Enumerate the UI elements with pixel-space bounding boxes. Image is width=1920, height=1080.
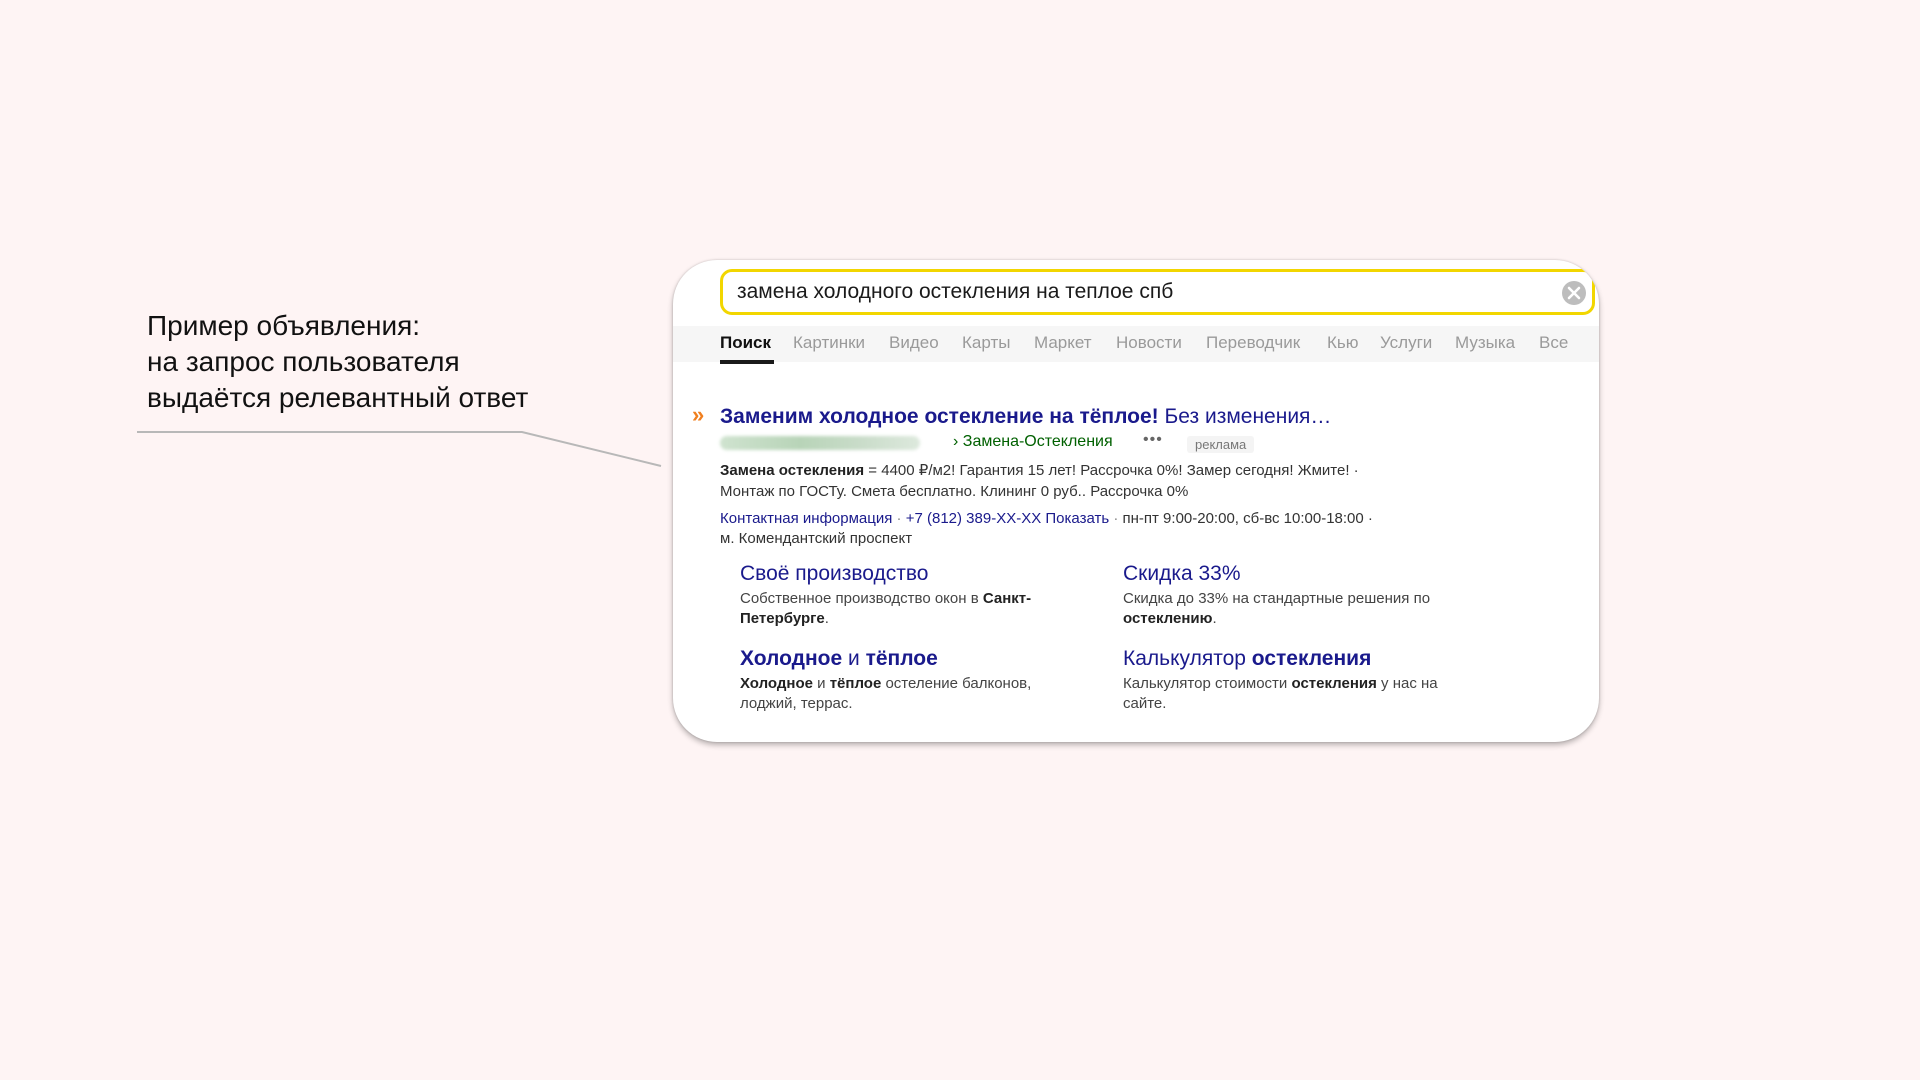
tab-video[interactable]: Видео xyxy=(889,333,939,353)
caption: Пример объявления: на запрос пользовател… xyxy=(147,308,528,416)
tab-images[interactable]: Картинки xyxy=(793,333,865,353)
ad-desc-text: = 4400 ₽/м2! Гарантия 15 лет! Рассрочка … xyxy=(864,462,1359,479)
tab-q[interactable]: Кью xyxy=(1327,333,1359,353)
phone-link[interactable]: +7 (812) 389-XX-XX Показать xyxy=(906,510,1109,527)
ad-contacts: Контактная информация · +7 (812) 389-XX-… xyxy=(720,509,1373,529)
sitelink-title[interactable]: Скидка 33% xyxy=(1123,561,1483,587)
tab-news[interactable]: Новости xyxy=(1116,333,1182,353)
contact-info-link[interactable]: Контактная информация xyxy=(720,510,892,527)
more-options-icon[interactable]: ••• xyxy=(1143,431,1163,449)
tab-services[interactable]: Услуги xyxy=(1380,333,1432,353)
ad-desc-bold: Замена остекления xyxy=(720,462,865,479)
sitelink-desc: Скидка до 33% на стандартные решения по … xyxy=(1123,590,1431,627)
tab-search[interactable]: Поиск xyxy=(720,333,771,353)
sitelink-title[interactable]: Своё производство xyxy=(740,561,1080,587)
sitelink-production: Своё производство Собственное производст… xyxy=(740,561,1080,629)
search-input[interactable]: замена холодного остекления на теплое сп… xyxy=(720,269,1595,315)
tab-translator[interactable]: Переводчик xyxy=(1206,333,1300,353)
ad-arrow-icon: » xyxy=(692,402,704,427)
tab-music[interactable]: Музыка xyxy=(1455,333,1515,353)
separator: · xyxy=(1109,510,1123,527)
search-screenshot-card: замена холодного остекления на теплое сп… xyxy=(673,260,1599,742)
sitelink-calculator: Калькулятор остекления Калькулятор стоим… xyxy=(1123,646,1483,714)
working-hours: пн-пт 9:00-20:00, сб-вс 10:00-18:00 · xyxy=(1122,510,1373,527)
search-query: замена холодного остекления на теплое сп… xyxy=(737,280,1174,303)
ad-title-bold: Заменим холодное остекление на тёплое! xyxy=(720,405,1159,428)
ad-badge: реклама xyxy=(1187,436,1255,453)
sitelink-desc: Калькулятор стоимости остекления у нас н… xyxy=(1123,675,1438,712)
caption-line: на запрос пользователя xyxy=(147,346,460,377)
tab-all[interactable]: Все xyxy=(1539,333,1568,353)
ad-metro: м. Комендантский проспект xyxy=(720,530,913,547)
ad-description-line-1: Замена остекления = 4400 ₽/м2! Гарантия … xyxy=(720,461,1359,481)
caption-line: Пример объявления: xyxy=(147,310,421,341)
ad-url-path[interactable]: › Замена-Остекления xyxy=(953,433,1113,451)
ad-title-rest: Без изменения… xyxy=(1158,405,1332,428)
search-tabs: Поиск Картинки Видео Карты Маркет Новост… xyxy=(673,326,1599,362)
active-tab-indicator xyxy=(720,360,774,364)
sitelink-cold-warm: Холодное и тёплое Холодное и тёплое осте… xyxy=(740,646,1080,714)
sitelink-desc: Холодное и тёплое остеление балконов, ло… xyxy=(740,675,1032,712)
tab-market[interactable]: Маркет xyxy=(1034,333,1092,353)
sitelink-desc: Собственное производство окон в Санкт-Пе… xyxy=(740,590,1032,627)
blurred-domain xyxy=(720,436,920,450)
clear-icon[interactable] xyxy=(1562,281,1586,305)
caption-line: выдаётся релевантный ответ xyxy=(147,382,529,413)
separator: · xyxy=(892,510,906,527)
sitelink-title[interactable]: Калькулятор остекления xyxy=(1123,646,1483,672)
ad-title-link[interactable]: Заменим холодное остекление на тёплое! Б… xyxy=(720,404,1331,430)
ad-description-line-2: Монтаж по ГОСТу. Смета бесплатно. Клинин… xyxy=(720,483,1189,500)
sitelink-title[interactable]: Холодное и тёплое xyxy=(740,646,1080,672)
sitelink-discount: Скидка 33% Скидка до 33% на стандартные … xyxy=(1123,561,1483,629)
tab-maps[interactable]: Карты xyxy=(962,333,1010,353)
